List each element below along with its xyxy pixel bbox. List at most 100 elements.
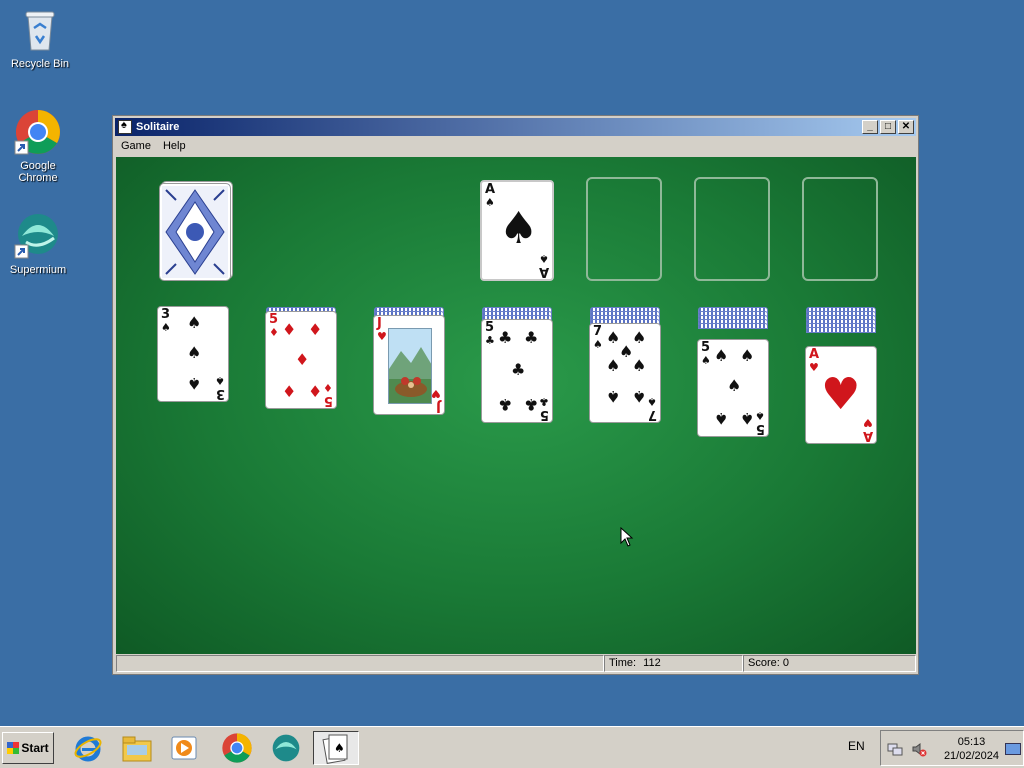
- spade-icon: ♠: [740, 409, 755, 428]
- maximize-button[interactable]: □: [880, 120, 896, 134]
- card-back[interactable]: [160, 184, 230, 280]
- tableau-card-5-clubs[interactable]: 5 ♣ ♣ ♣ ♣ ♣ ♣ 5 ♣: [481, 319, 553, 423]
- supermium-icon: [272, 734, 300, 762]
- solitaire-icon: ♠: [322, 734, 348, 764]
- club-icon: ♣: [524, 395, 539, 414]
- diamond-icon: ♦: [308, 382, 323, 401]
- taskbar-internet-explorer[interactable]: [70, 731, 106, 765]
- diamond-icon: ♦: [282, 382, 297, 401]
- clock[interactable]: 05:13 21/02/2024: [944, 735, 999, 763]
- taskbar-media-player[interactable]: [166, 731, 202, 765]
- taskbar-chrome[interactable]: [219, 731, 255, 765]
- taskbar: Start ♠ EN 05:13 21/02/2024: [0, 726, 1024, 768]
- chrome-icon: [14, 108, 62, 156]
- menu-game[interactable]: Game: [115, 138, 157, 156]
- close-button[interactable]: ✕: [898, 120, 914, 134]
- heart-icon: ♥: [431, 387, 441, 400]
- spade-icon: ♠: [647, 395, 657, 408]
- recycle-bin-icon: [16, 6, 64, 54]
- card-rank: 5: [701, 340, 711, 355]
- start-label: Start: [21, 741, 49, 755]
- foundation-4[interactable]: [802, 177, 878, 281]
- menu-help[interactable]: Help: [157, 138, 192, 156]
- taskbar-solitaire[interactable]: ♠: [313, 731, 359, 765]
- desktop-icon-supermium[interactable]: Supermium: [0, 212, 76, 276]
- title-bar[interactable]: Solitaire _ □ ✕: [115, 118, 916, 136]
- solitaire-window: Solitaire _ □ ✕ Game Help: [112, 115, 919, 675]
- spade-icon: ♠: [632, 387, 647, 406]
- taskbar-supermium[interactable]: [268, 731, 304, 765]
- taskbar-file-explorer[interactable]: [119, 731, 155, 765]
- tableau-card-5-diamonds[interactable]: 5 ♦ ♦ ♦ ♦ ♦ ♦ 5 ♦: [265, 311, 337, 409]
- card-rank: 5: [755, 421, 765, 436]
- spade-icon: ♠: [161, 321, 171, 334]
- chrome-icon: [222, 733, 252, 763]
- foundation-3[interactable]: [694, 177, 770, 281]
- spade-icon: ♠: [187, 313, 202, 332]
- card-rank: 7: [593, 324, 603, 339]
- card-rank: J: [436, 399, 441, 414]
- menu-bar: Game Help: [115, 138, 916, 156]
- spade-icon: ♠: [606, 356, 621, 375]
- score-value: 0: [782, 657, 789, 669]
- heart-icon: ♥: [809, 361, 819, 374]
- foundation-1[interactable]: A ♠ ♠ A ♠: [480, 180, 554, 281]
- diamond-icon: ♦: [282, 320, 297, 339]
- spade-icon: ♠: [606, 387, 621, 406]
- language-indicator[interactable]: EN: [848, 739, 865, 753]
- spade-icon: ♠: [485, 196, 495, 209]
- spade-icon: ♠: [714, 346, 729, 365]
- spade-icon: ♠: [714, 409, 729, 428]
- foundation-2[interactable]: [586, 177, 662, 281]
- desktop-icon-recycle-bin[interactable]: Recycle Bin: [2, 6, 78, 70]
- club-icon: ♣: [498, 328, 513, 347]
- spade-icon: ♠: [187, 374, 202, 393]
- card-rank: 3: [161, 307, 171, 322]
- card-rank: 5: [269, 312, 279, 327]
- hidden-card: [698, 323, 768, 329]
- start-button[interactable]: Start: [2, 732, 54, 764]
- supermium-icon: [14, 212, 62, 260]
- status-time: Time: 112: [604, 655, 743, 672]
- volume-muted-icon[interactable]: [911, 741, 927, 757]
- spade-icon: ♠: [593, 338, 603, 351]
- show-desktop-icon[interactable]: [1005, 743, 1021, 755]
- desktop-icon-label: Supermium: [9, 264, 67, 276]
- spade-icon: ♠: [632, 356, 647, 375]
- system-tray: 05:13 21/02/2024: [880, 730, 1024, 766]
- card-rank: 7: [647, 407, 657, 422]
- card-rank: J: [377, 316, 382, 331]
- stock-pile[interactable]: [158, 182, 234, 282]
- club-icon: ♣: [511, 360, 526, 379]
- spade-icon: ♠: [632, 328, 647, 347]
- desktop-icon-google-chrome[interactable]: Google Chrome: [0, 108, 76, 184]
- tableau-card-3-spades[interactable]: 3 ♠ ♠ ♠ ♠ 3 ♠: [157, 306, 229, 402]
- tableau-card-ace-hearts[interactable]: A ♥ ♥ A ♥: [805, 346, 877, 444]
- tableau-card-jack-hearts[interactable]: J ♥ J ♥: [373, 315, 445, 415]
- mouse-cursor-icon: [620, 527, 634, 547]
- spade-icon: ♠: [539, 252, 549, 265]
- status-bar: Time: 112 Score: 0: [116, 655, 916, 673]
- jack-of-hearts-art: [388, 328, 432, 404]
- hidden-card: [806, 327, 876, 333]
- status-score: Score: 0: [743, 655, 916, 672]
- tableau-card-7-spades[interactable]: 7 ♠ ♠ ♠ ♠ ♠ ♠ ♠ ♠ 7 ♠: [589, 323, 661, 423]
- time-value: 112: [643, 657, 661, 669]
- card-rank: 3: [215, 386, 225, 401]
- minimize-button[interactable]: _: [862, 120, 878, 134]
- tableau-card-5-spades[interactable]: 5 ♠ ♠ ♠ ♠ ♠ ♠ 5 ♠: [697, 339, 769, 437]
- svg-text:♠: ♠: [334, 741, 345, 755]
- clock-time: 05:13: [957, 736, 986, 748]
- diamond-icon: ♦: [295, 350, 310, 369]
- diamond-icon: ♦: [323, 381, 333, 394]
- club-icon: ♣: [524, 328, 539, 347]
- game-table[interactable]: A ♠ ♠ A ♠ 3 ♠ ♠ ♠ ♠ 3 ♠ 5 ♦ ♦ ♦ ♦ ♦ ♦ 5 …: [116, 157, 916, 654]
- club-icon: ♣: [539, 395, 549, 408]
- score-label: Score:: [748, 657, 780, 669]
- spade-icon: ♠: [727, 376, 742, 395]
- card-rank: A: [485, 182, 496, 197]
- card-rank: A: [538, 264, 549, 279]
- spade-icon: ♠: [740, 346, 755, 365]
- network-icon[interactable]: [887, 741, 903, 757]
- file-explorer-icon: [122, 736, 152, 762]
